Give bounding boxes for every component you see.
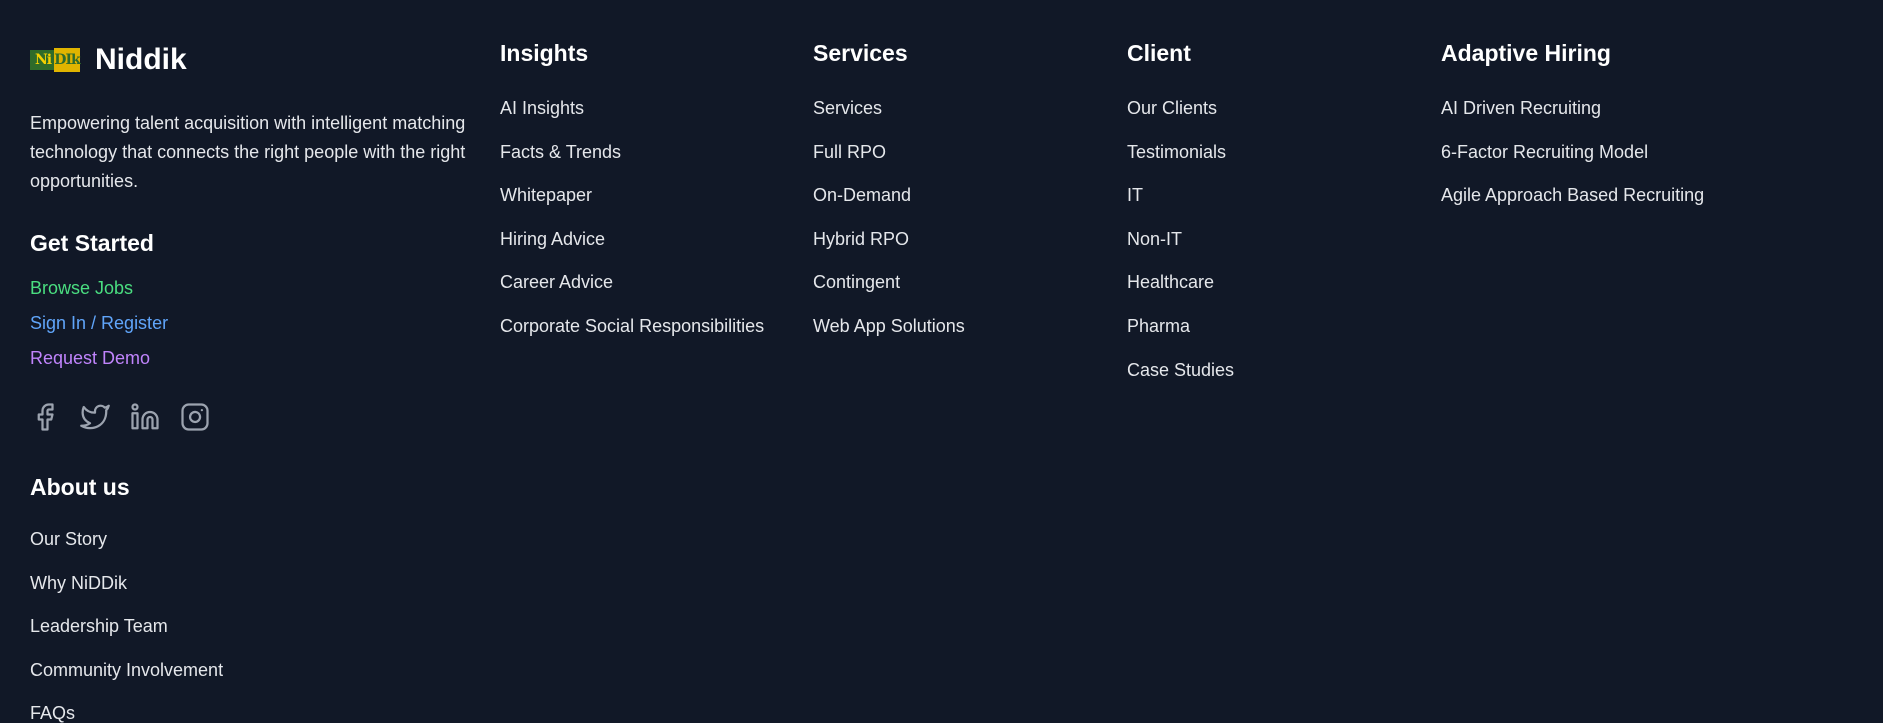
whitepaper-link[interactable]: Whitepaper bbox=[500, 174, 764, 218]
brand[interactable]: Ni DIk Niddik bbox=[30, 38, 500, 82]
insights-heading: Insights bbox=[500, 40, 589, 66]
about-us-links: Our Story Why NiDDik Leadership Team Com… bbox=[30, 518, 500, 723]
case-studies-link[interactable]: Case Studies bbox=[1127, 349, 1234, 393]
insights-links: AI Insights Facts & Trends Whitepaper Hi… bbox=[500, 87, 764, 349]
browse-jobs-link[interactable]: Browse Jobs bbox=[30, 271, 500, 306]
ai-insights-link[interactable]: AI Insights bbox=[500, 87, 764, 131]
get-started-heading: Get Started bbox=[30, 230, 154, 256]
community-involvement-link[interactable]: Community Involvement bbox=[30, 649, 500, 693]
agile-approach-recruiting-link[interactable]: Agile Approach Based Recruiting bbox=[1441, 174, 1704, 218]
client-heading: Client bbox=[1127, 40, 1191, 66]
career-advice-link[interactable]: Career Advice bbox=[500, 261, 764, 305]
brand-column: Ni DIk Niddik Empowering talent acquisit… bbox=[30, 38, 500, 723]
brand-name: Niddik bbox=[95, 43, 187, 76]
services-link[interactable]: Services bbox=[813, 87, 965, 131]
adaptive-hiring-column: Adaptive Hiring AI Driven Recruiting 6-F… bbox=[1441, 38, 1704, 218]
request-demo-link[interactable]: Request Demo bbox=[30, 341, 500, 376]
facts-trends-link[interactable]: Facts & Trends bbox=[500, 131, 764, 175]
why-niddik-link[interactable]: Why NiDDik bbox=[30, 562, 500, 606]
full-rpo-link[interactable]: Full RPO bbox=[813, 131, 965, 175]
it-link[interactable]: IT bbox=[1127, 174, 1234, 218]
client-links: Our Clients Testimonials IT Non-IT Healt… bbox=[1127, 87, 1234, 392]
client-column: Client Our Clients Testimonials IT Non-I… bbox=[1127, 38, 1234, 392]
corporate-social-responsibilities-link[interactable]: Corporate Social Responsibilities bbox=[500, 305, 764, 349]
niddik-logo[interactable]: Ni DIk bbox=[30, 48, 81, 72]
insights-column: Insights AI Insights Facts & Trends Whit… bbox=[500, 38, 764, 349]
contingent-link[interactable]: Contingent bbox=[813, 261, 965, 305]
leadership-team-link[interactable]: Leadership Team bbox=[30, 605, 500, 649]
non-it-link[interactable]: Non-IT bbox=[1127, 218, 1234, 262]
adaptive-hiring-links: AI Driven Recruiting 6-Factor Recruiting… bbox=[1441, 87, 1704, 218]
adaptive-hiring-heading: Adaptive Hiring bbox=[1441, 40, 1611, 66]
hybrid-rpo-link[interactable]: Hybrid RPO bbox=[813, 218, 965, 262]
facebook-icon[interactable] bbox=[30, 402, 60, 432]
twitter-icon[interactable] bbox=[80, 402, 110, 432]
on-demand-link[interactable]: On-Demand bbox=[813, 174, 965, 218]
web-app-solutions-link[interactable]: Web App Solutions bbox=[813, 305, 965, 349]
hiring-advice-link[interactable]: Hiring Advice bbox=[500, 218, 764, 262]
logo-part-dik: DIk bbox=[54, 48, 81, 72]
sign-in-register-link[interactable]: Sign In / Register bbox=[30, 306, 500, 341]
brand-tagline: Empowering talent acquisition with intel… bbox=[30, 113, 466, 191]
social-links bbox=[30, 400, 500, 434]
linkedin-icon[interactable] bbox=[130, 402, 160, 432]
instagram-icon[interactable] bbox=[180, 402, 210, 432]
our-story-link[interactable]: Our Story bbox=[30, 518, 500, 562]
six-factor-recruiting-model-link[interactable]: 6-Factor Recruiting Model bbox=[1441, 131, 1704, 175]
services-heading: Services bbox=[813, 40, 908, 66]
services-column: Services Services Full RPO On-Demand Hyb… bbox=[813, 38, 965, 349]
ai-driven-recruiting-link[interactable]: AI Driven Recruiting bbox=[1441, 87, 1704, 131]
site-footer: Ni DIk Niddik Empowering talent acquisit… bbox=[0, 0, 1883, 723]
healthcare-link[interactable]: Healthcare bbox=[1127, 261, 1234, 305]
services-links: Services Full RPO On-Demand Hybrid RPO C… bbox=[813, 87, 965, 349]
testimonials-link[interactable]: Testimonials bbox=[1127, 131, 1234, 175]
faqs-link[interactable]: FAQs bbox=[30, 692, 500, 723]
get-started-links: Browse Jobs Sign In / Register Request D… bbox=[30, 271, 500, 376]
our-clients-link[interactable]: Our Clients bbox=[1127, 87, 1234, 131]
logo-part-ni: Ni bbox=[30, 50, 56, 70]
pharma-link[interactable]: Pharma bbox=[1127, 305, 1234, 349]
about-us-heading: About us bbox=[30, 474, 130, 500]
